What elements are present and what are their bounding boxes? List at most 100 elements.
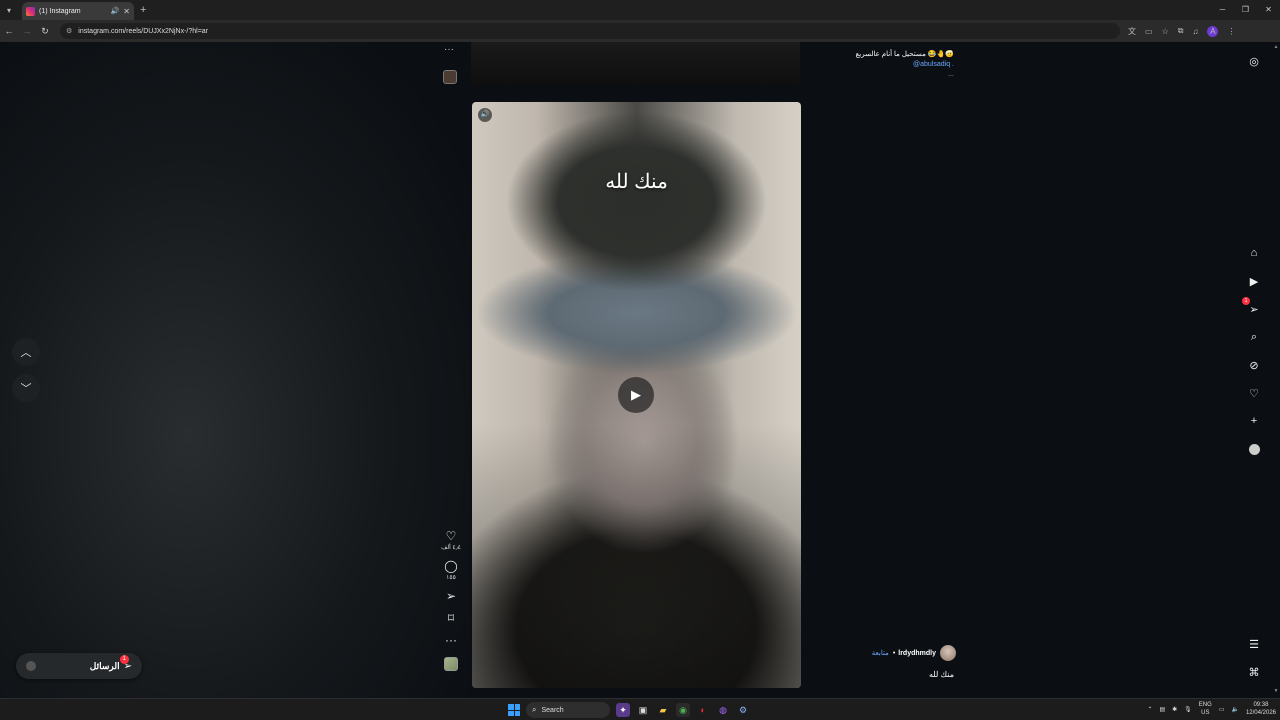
forward-icon[interactable]: →	[18, 26, 36, 36]
previous-reel-video[interactable]	[471, 42, 800, 86]
create-icon[interactable]: +	[1246, 413, 1262, 429]
extensions-icon[interactable]: ⧉	[1178, 26, 1184, 36]
audio-toggle-icon[interactable]: 🔊	[478, 108, 492, 122]
reel-video[interactable]: 🔊 منك لله ▶	[472, 102, 801, 688]
messenger-icon: ➢ 1	[119, 654, 132, 672]
tab-search-button[interactable]: ▾	[0, 0, 18, 20]
file-explorer-icon[interactable]: ▰	[656, 703, 670, 717]
bookmark-icon: ⌑	[447, 611, 455, 625]
media-control-icon[interactable]: ♫	[1192, 27, 1198, 36]
home-icon[interactable]: ⌂	[1246, 245, 1262, 261]
reels-icon[interactable]: ▶	[1246, 273, 1262, 289]
reel-caption: منك لله	[928, 670, 954, 679]
separator-dot: •	[892, 649, 896, 657]
notifications-heart-icon[interactable]: ♡	[1246, 385, 1262, 401]
windows-taskbar: ⌕ Search ✦ ▣ ▰ ◉ ◐ ◍ ⚙ ⌃ ▤ ✱ 🎙 ENG US ▭ …	[0, 698, 1280, 720]
settings-app-icon[interactable]: ⚙	[736, 703, 750, 717]
window-controls: ─ ❐ ✕	[1211, 0, 1280, 20]
like-button[interactable]: ♡ ٤٫٤ ألف	[441, 529, 461, 551]
previous-reel-caption: مستحيل ما أنام عالسريع 😂🤚🤕 @abulsadiq . …	[820, 50, 954, 80]
page-scrollbar[interactable]: ▲ ▼	[1272, 42, 1280, 698]
taskbar-apps: ⌕ Search ✦ ▣ ▰ ◉ ◐ ◍ ⚙	[508, 702, 750, 718]
taskbar-search[interactable]: ⌕ Search	[526, 702, 610, 718]
browser-tabstrip: ▾ (1) Instagram 🔊 ✕ + ─ ❐ ✕	[0, 0, 1280, 20]
explore-icon[interactable]: ⊘	[1246, 357, 1262, 373]
profile-avatar-icon[interactable]: A	[1207, 25, 1219, 37]
more-options-button[interactable]: ···	[445, 633, 457, 647]
comment-button[interactable]: ◯ ١٥٥	[444, 559, 457, 581]
menu-icon[interactable]: ☰	[1246, 636, 1262, 652]
clock-time: 09:38	[1253, 702, 1269, 708]
minimize-button[interactable]: ─	[1211, 0, 1234, 20]
cast-icon[interactable]: ▭	[1145, 27, 1153, 36]
tab-close-icon[interactable]: ✕	[123, 7, 130, 16]
maximize-button[interactable]: ❐	[1234, 0, 1257, 20]
new-tab-button[interactable]: +	[140, 4, 146, 16]
previous-reel-audio-thumbnail[interactable]	[443, 70, 457, 84]
author-username[interactable]: lrdydhmdly	[898, 650, 936, 657]
chevron-up-icon: ︿	[20, 347, 32, 359]
tray-chevron-icon[interactable]: ⌃	[1147, 706, 1152, 713]
previous-reel-more-icon[interactable]: ···	[444, 44, 454, 55]
search-icon[interactable]: ⌕	[1246, 329, 1262, 345]
scroll-up-icon[interactable]: ▲	[1272, 44, 1280, 50]
tab-audio-icon[interactable]: 🔊	[111, 7, 120, 15]
messages-badge: 1	[119, 654, 129, 664]
tray-mic-icon[interactable]: 🎙	[1184, 706, 1192, 713]
messages-label: الرسائل	[89, 660, 120, 671]
scroll-down-icon[interactable]: ▼	[1272, 688, 1280, 694]
send-icon: ➢	[445, 589, 457, 603]
browser-toolbar: ← → ↻ ⚙ instagram.com/reels/DUJXx2NjNx-/…	[0, 20, 1280, 42]
app-icon-red[interactable]: ◐	[696, 703, 710, 717]
previous-caption-more[interactable]: ...	[820, 70, 954, 80]
previous-reel-button[interactable]: ︿	[12, 338, 40, 366]
widgets-icon[interactable]: ✦	[616, 703, 630, 717]
browser-menu-icon[interactable]: ⋮	[1227, 27, 1235, 36]
save-button[interactable]: ⌑	[448, 611, 454, 625]
toolbar-actions: 文 ▭ ☆ ⧉ ♫ A ⋮	[1128, 25, 1235, 37]
tray-bluetooth-icon[interactable]: ✱	[1172, 706, 1177, 713]
lang-bottom: US	[1201, 710, 1210, 716]
reel-audio-thumbnail[interactable]	[444, 657, 458, 671]
lang-top: ENG	[1198, 702, 1212, 708]
profile-icon[interactable]	[1246, 441, 1262, 457]
url-text: instagram.com/reels/DUJXx2NjNx-/?hl=ar	[78, 27, 209, 35]
task-view-icon[interactable]: ▣	[636, 703, 650, 717]
follow-button[interactable]: متابعة	[872, 649, 889, 657]
notification-badge: 1	[1242, 297, 1250, 305]
instagram-reels-page: ︿ ﹀ ··· 🔊 منك لله ▶ ♡ ٤٫٤ ألف ◯ ١٥٥ ➢ ⌑ …	[0, 42, 1280, 698]
reel-actions: ♡ ٤٫٤ ألف ◯ ١٥٥ ➢ ⌑ ···	[438, 529, 464, 671]
play-button[interactable]: ▶	[618, 377, 654, 413]
messenger-app-icon[interactable]: ◍	[716, 703, 730, 717]
browser-tab-instagram[interactable]: (1) Instagram 🔊 ✕	[22, 2, 134, 20]
back-icon[interactable]: ←	[0, 26, 18, 36]
site-info-icon[interactable]: ⚙	[66, 27, 72, 35]
play-icon: ▶	[631, 387, 641, 402]
chrome-icon[interactable]: ◉	[676, 703, 690, 717]
language-indicator[interactable]: ENG US	[1199, 701, 1212, 717]
next-reel-button[interactable]: ﹀	[12, 374, 40, 402]
share-button[interactable]: ➢	[446, 589, 456, 603]
close-window-button[interactable]: ✕	[1257, 0, 1280, 20]
instagram-logo-icon[interactable]: ◎	[1246, 53, 1262, 69]
network-icon[interactable]: ▭	[1219, 706, 1225, 713]
messages-icon[interactable]: ➢ 1	[1242, 297, 1262, 317]
reel-author: متابعة • lrdydhmdly	[838, 645, 956, 661]
background-blur	[0, 42, 470, 698]
comment-count: ١٥٥	[446, 575, 456, 581]
also-from-meta-icon[interactable]: ⌘	[1246, 664, 1262, 680]
volume-icon[interactable]: 🔈	[1231, 706, 1238, 713]
system-tray: ⌃ ▤ ✱ 🎙 ENG US ▭ 🔈 09:38 12/04/2026	[1147, 701, 1276, 717]
messages-pill[interactable]: الرسائل ➢ 1	[16, 653, 142, 679]
like-count: ٤٫٤ ألف	[441, 545, 461, 551]
windows-start-icon[interactable]	[508, 704, 520, 716]
author-avatar[interactable]	[940, 645, 956, 661]
bookmark-star-icon[interactable]: ☆	[1162, 27, 1169, 36]
reload-icon[interactable]: ↻	[36, 26, 54, 37]
translate-icon[interactable]: 文	[1128, 26, 1136, 37]
clock-date: 12/04/2026	[1245, 710, 1276, 716]
previous-caption-handle[interactable]: @abulsadiq .	[820, 60, 954, 70]
address-bar[interactable]: ⚙ instagram.com/reels/DUJXx2NjNx-/?hl=ar	[60, 23, 1120, 39]
tray-app-icon[interactable]: ▤	[1159, 706, 1165, 713]
clock[interactable]: 09:38 12/04/2026	[1246, 701, 1276, 717]
